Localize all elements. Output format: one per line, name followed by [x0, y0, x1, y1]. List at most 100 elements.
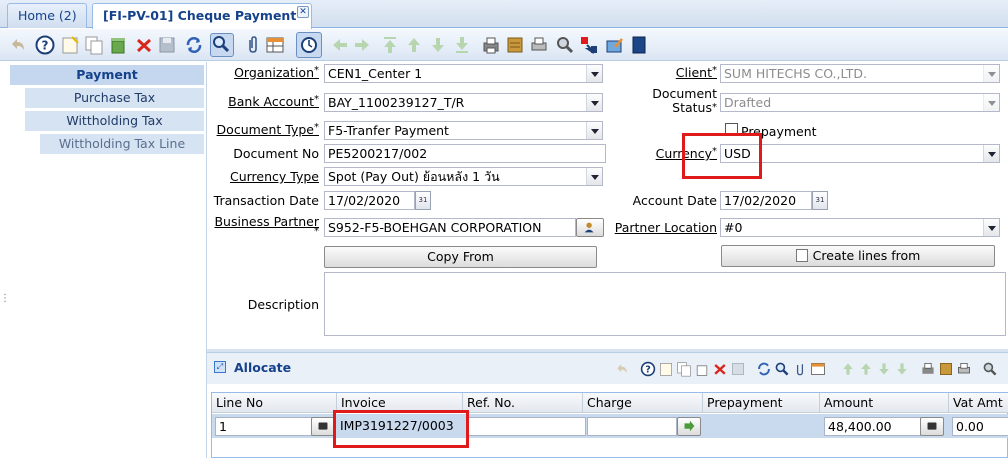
vat-amt-input[interactable]: 0.00: [952, 417, 1008, 436]
tab-cheque-payment[interactable]: [FI-PV-01] Cheque Payment: [92, 3, 312, 29]
tab-home[interactable]: Home (2): [7, 3, 87, 28]
chevron-down-icon[interactable]: [983, 219, 999, 236]
down-record-icon[interactable]: [876, 361, 892, 377]
required-mark: *: [314, 226, 319, 237]
invoice-cell[interactable]: IMP3191227/0003: [337, 417, 463, 436]
document-type-field[interactable]: F5-Tranfer Payment: [324, 121, 603, 140]
amount-input[interactable]: 48,400.00: [824, 417, 921, 436]
currency-field[interactable]: USD: [720, 144, 1000, 163]
save-icon[interactable]: [157, 35, 177, 55]
up-record-icon[interactable]: [858, 361, 874, 377]
calendar-icon[interactable]: 31: [812, 191, 828, 210]
document-no-field[interactable]: PE5200217/002: [324, 144, 606, 163]
currency-type-field[interactable]: Spot (Pay Out) ย้อนหลัง 1 วัน: [324, 167, 603, 186]
chevron-down-icon[interactable]: [983, 145, 999, 162]
archive-icon[interactable]: [505, 35, 525, 55]
chevron-down-icon[interactable]: [586, 94, 602, 111]
column-header-vat-amt[interactable]: Vat Amt: [949, 393, 1008, 413]
down-record-icon[interactable]: [428, 35, 448, 55]
refresh-icon[interactable]: [184, 35, 204, 55]
organization-field[interactable]: CEN1_Center 1: [324, 64, 603, 83]
grid-toggle-icon[interactable]: [265, 35, 285, 55]
column-header-ref-no[interactable]: Ref. No.: [463, 393, 583, 413]
recycle-icon[interactable]: [694, 361, 710, 377]
close-tab-icon[interactable]: ✕: [297, 6, 309, 18]
partner-lookup-button[interactable]: [576, 218, 604, 237]
process-icon[interactable]: [605, 35, 625, 55]
last-record-icon[interactable]: [894, 361, 910, 377]
new-record-icon[interactable]: [60, 35, 80, 55]
copy-record-icon[interactable]: [676, 361, 692, 377]
create-lines-from-button[interactable]: Create lines from: [721, 245, 995, 267]
product-info-icon[interactable]: [629, 35, 649, 55]
account-date-field[interactable]: 17/02/2020: [720, 191, 812, 210]
prepayment-checkbox[interactable]: [725, 123, 738, 136]
delete-icon[interactable]: [134, 35, 154, 55]
undo-icon[interactable]: [614, 361, 630, 377]
transaction-date-field[interactable]: 17/02/2020: [324, 191, 415, 210]
recycle-icon[interactable]: [108, 35, 128, 55]
amount-calculator-button[interactable]: [920, 417, 944, 436]
nav-item-withholding-tax[interactable]: Wittholding Tax: [25, 111, 204, 131]
report-icon[interactable]: [481, 35, 501, 55]
undo-icon[interactable]: [8, 35, 28, 55]
column-header-amount[interactable]: Amount: [820, 393, 949, 413]
attachment-icon[interactable]: [243, 35, 263, 55]
first-record-icon[interactable]: [840, 361, 856, 377]
nav-item-purchase-tax[interactable]: Purchase Tax: [25, 88, 204, 108]
help-icon[interactable]: ?: [640, 361, 656, 377]
archive-icon[interactable]: [938, 361, 954, 377]
grid-toggle-icon[interactable]: [810, 361, 826, 377]
nav-item-payment[interactable]: Payment: [10, 65, 204, 85]
chevron-down-icon[interactable]: [586, 168, 602, 185]
organization-label-text: Organization: [234, 65, 314, 80]
charge-input[interactable]: [587, 417, 677, 436]
description-textarea[interactable]: [324, 272, 1006, 336]
bank-account-field[interactable]: BAY_1100239127_T/R: [324, 93, 603, 112]
save-icon[interactable]: [730, 361, 746, 377]
column-header-charge[interactable]: Charge: [583, 393, 703, 413]
zoom-across-icon[interactable]: [555, 35, 575, 55]
table-row[interactable]: 1 IMP3191227/0003 48,400.00 0.00: [212, 414, 1008, 438]
print-icon[interactable]: [529, 35, 549, 55]
partner-location-field[interactable]: #0: [720, 218, 1000, 237]
copy-record-icon[interactable]: [84, 35, 104, 55]
nav-item-withholding-tax-line[interactable]: Wittholding Tax Line: [40, 134, 204, 154]
splitter-handle[interactable]: ⋮: [0, 294, 10, 311]
refresh-icon[interactable]: [756, 361, 772, 377]
column-header-invoice[interactable]: Invoice: [337, 393, 463, 413]
allocate-title: Allocate: [234, 360, 292, 375]
column-header-line-no[interactable]: Line No: [212, 393, 337, 413]
up-record-icon[interactable]: [404, 35, 424, 55]
ref-no-input[interactable]: [466, 417, 586, 436]
new-record-icon[interactable]: [658, 361, 674, 377]
print-icon[interactable]: [956, 361, 972, 377]
column-header-prepayment[interactable]: Prepayment: [703, 393, 820, 413]
collapse-icon[interactable]: ⤢: [214, 361, 226, 373]
first-record-icon[interactable]: [380, 35, 400, 55]
workflow-icon[interactable]: [579, 35, 599, 55]
chevron-down-icon[interactable]: [586, 122, 602, 139]
report-icon[interactable]: [920, 361, 936, 377]
attachment-icon[interactable]: [792, 361, 808, 377]
arrow-right-icon: [684, 420, 695, 432]
charge-lookup-button[interactable]: [677, 417, 701, 436]
line-no-input[interactable]: 1: [215, 417, 312, 436]
chevron-down-icon[interactable]: [586, 65, 602, 82]
calendar-icon[interactable]: 31: [415, 191, 431, 210]
find-icon[interactable]: [210, 33, 234, 57]
previous-record-icon[interactable]: [330, 35, 350, 55]
delete-icon[interactable]: [712, 361, 728, 377]
find-icon[interactable]: [774, 361, 790, 377]
history-icon[interactable]: [296, 32, 322, 58]
help-icon[interactable]: ?: [35, 35, 55, 55]
copy-from-button[interactable]: Copy From: [324, 246, 597, 268]
business-partner-field[interactable]: S952-F5-BOEHGAN CORPORATION: [324, 218, 576, 237]
line-no-calculator-button[interactable]: [311, 417, 335, 436]
next-record-icon[interactable]: [352, 35, 372, 55]
currency-type-value: Spot (Pay Out) ย้อนหลัง 1 วัน: [328, 169, 500, 184]
last-record-icon[interactable]: [452, 35, 472, 55]
document-status-label-line2: Status: [672, 100, 712, 115]
organization-value: CEN1_Center 1: [328, 66, 423, 81]
zoom-across-icon[interactable]: [982, 361, 998, 377]
